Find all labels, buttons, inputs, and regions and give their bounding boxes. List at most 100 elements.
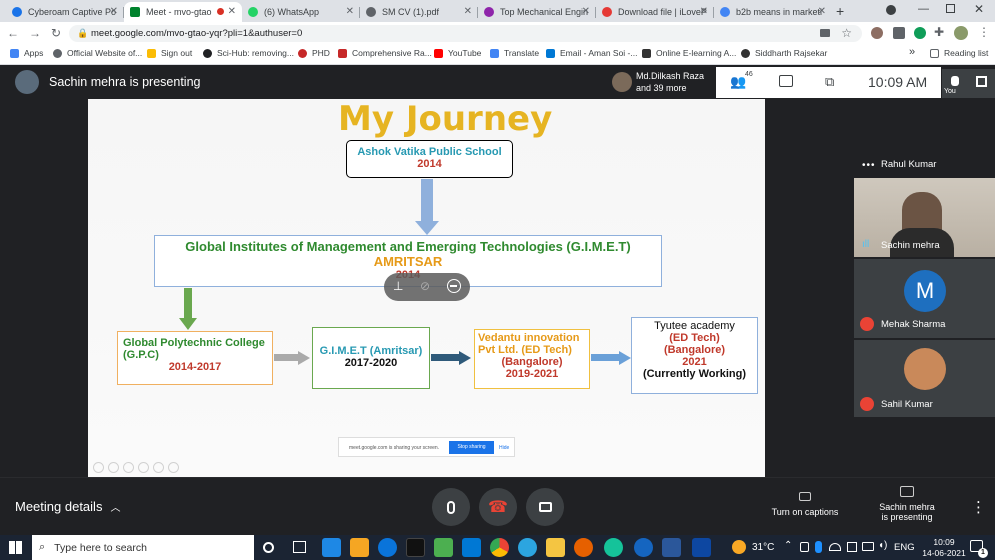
meeting-details-button[interactable]: Meeting details ︿ xyxy=(15,499,120,514)
close-tab-icon[interactable]: ✕ xyxy=(818,6,826,17)
bookmark-translate[interactable]: Translate xyxy=(490,48,539,58)
bookmark-item[interactable]: Online E-learning A... xyxy=(642,48,736,58)
bookmark-item[interactable]: Email - Aman Soi -... xyxy=(546,48,637,58)
tab-cyberoam[interactable]: Cyberoam Captive Po ✕ xyxy=(6,2,124,22)
forward-arrow-icon[interactable]: → xyxy=(28,26,42,40)
back-arrow-icon[interactable]: ← xyxy=(6,26,20,40)
maximize-button[interactable] xyxy=(946,4,955,13)
close-tab-icon[interactable]: ✕ xyxy=(110,6,118,17)
minimize-icon[interactable] xyxy=(447,279,461,293)
extension-icon[interactable] xyxy=(871,27,883,39)
participant-tile-sahil[interactable]: Sahil Kumar xyxy=(854,340,995,417)
windows-start-icon[interactable] xyxy=(9,541,22,554)
onedrive-icon[interactable] xyxy=(829,543,841,551)
close-tab-icon[interactable]: ✕ xyxy=(228,6,236,17)
close-tab-icon[interactable]: ✕ xyxy=(464,6,472,17)
hide-link[interactable]: Hide xyxy=(499,445,509,451)
chrome-icon[interactable] xyxy=(490,538,509,557)
taskbar-clock[interactable]: 10:09 14-06-2021 xyxy=(921,537,967,559)
profile-avatar[interactable] xyxy=(954,26,968,40)
new-tab-button[interactable]: + xyxy=(836,3,844,19)
notion-icon[interactable] xyxy=(406,538,425,557)
participant-tile-mehak[interactable]: M Mehak Sharma xyxy=(854,259,995,338)
close-tab-icon[interactable]: ✕ xyxy=(700,6,708,17)
address-bar[interactable]: 🔒 meet.google.com/mvo-gtao-yqr?pli=1&aut… xyxy=(69,25,862,42)
participant-tile-rahul[interactable]: ••• Rahul Kumar xyxy=(854,154,995,176)
leave-call-button[interactable]: ☎ xyxy=(479,488,517,526)
word-icon[interactable] xyxy=(662,538,681,557)
bookmark-youtube[interactable]: YouTube xyxy=(434,48,481,58)
tab-meet[interactable]: Meet - mvo-gtao ✕ xyxy=(124,2,242,22)
pin-icon[interactable]: ⊥ xyxy=(393,279,403,293)
prev-slide-icon[interactable] xyxy=(93,462,104,473)
next-slide-icon[interactable] xyxy=(108,462,119,473)
minimize-button[interactable]: — xyxy=(918,3,929,15)
slides-icon[interactable] xyxy=(138,462,149,473)
more-options-icon[interactable]: ⋮ xyxy=(971,498,986,516)
edge-icon[interactable] xyxy=(378,538,397,557)
mail-icon[interactable] xyxy=(462,538,481,557)
camera-icon[interactable] xyxy=(820,29,830,37)
zoom-icon[interactable] xyxy=(153,462,164,473)
file-explorer-icon[interactable] xyxy=(546,538,565,557)
tab-b2b[interactable]: b2b means in marketi ✕ xyxy=(714,2,832,22)
camera-button[interactable] xyxy=(526,488,564,526)
presenting-button[interactable]: Sachin mehra is presenting xyxy=(866,486,948,522)
tab-whatsapp[interactable]: (6) WhatsApp ✕ xyxy=(242,2,360,22)
taskbar-app-icon[interactable] xyxy=(434,538,453,557)
bookmark-item[interactable]: Sci-Hub: removing... xyxy=(203,48,294,58)
microphone-button[interactable] xyxy=(432,488,470,526)
people-icon[interactable]: 👥 xyxy=(730,74,746,90)
store-icon[interactable] xyxy=(350,538,369,557)
chevron-up-icon[interactable]: ⌃ xyxy=(784,540,792,551)
stop-sharing-button[interactable]: Stop sharing xyxy=(449,441,494,454)
close-window-button[interactable]: ✕ xyxy=(974,2,984,16)
grammarly-icon[interactable] xyxy=(914,27,926,39)
tab-search-icon[interactable] xyxy=(886,5,896,15)
reading-list-button[interactable]: Reading list xyxy=(930,48,988,58)
task-view-icon[interactable] xyxy=(293,541,306,553)
usb-icon[interactable] xyxy=(800,542,809,552)
mute-icon[interactable]: ⊘ xyxy=(420,279,430,293)
taskbar-app-icon[interactable] xyxy=(692,538,711,557)
volume-icon[interactable]: ◖) xyxy=(878,540,887,551)
grammarly-icon[interactable] xyxy=(604,538,623,557)
tab-pdf[interactable]: SM CV (1).pdf ✕ xyxy=(360,2,478,22)
taskbar-app-icon[interactable] xyxy=(322,538,341,557)
bookmark-item[interactable]: Sign out xyxy=(147,48,192,58)
bookmark-item[interactable]: Comprehensive Ra... xyxy=(338,48,432,58)
captions-button[interactable]: Turn on captions xyxy=(770,492,840,517)
weather-icon[interactable] xyxy=(732,540,746,554)
bluetooth-icon[interactable] xyxy=(815,541,822,553)
self-view[interactable]: You xyxy=(942,69,995,98)
bookmark-item[interactable]: PHD xyxy=(298,48,330,58)
tab-mechanical[interactable]: Top Mechanical Engin ✕ xyxy=(478,2,596,22)
participant-tile-sachin[interactable]: ıll Sachin mehra xyxy=(854,178,995,257)
bookmark-star-icon[interactable]: ☆ xyxy=(841,26,852,40)
close-tab-icon[interactable]: ✕ xyxy=(582,6,590,17)
language-indicator[interactable]: ENG xyxy=(894,542,915,553)
globe-icon xyxy=(12,7,22,17)
bookmark-item[interactable]: Official Website of... xyxy=(53,48,142,58)
bookmark-item[interactable]: Siddharth Rajsekar xyxy=(741,48,827,58)
pen-icon[interactable] xyxy=(123,462,134,473)
more-icon[interactable] xyxy=(168,462,179,473)
extension-icon[interactable] xyxy=(893,27,905,39)
puzzle-icon[interactable]: ✚ xyxy=(934,25,944,39)
chat-icon[interactable] xyxy=(779,75,793,87)
tab-ilovepdf[interactable]: Download file | iLoveP ✕ xyxy=(596,2,714,22)
bookmark-apps[interactable]: Apps xyxy=(10,48,43,58)
cortana-icon[interactable] xyxy=(263,542,274,553)
telegram-icon[interactable] xyxy=(518,538,537,557)
display-icon[interactable] xyxy=(847,542,857,552)
close-tab-icon[interactable]: ✕ xyxy=(346,6,354,17)
kebab-menu-icon[interactable]: ⋮ xyxy=(978,25,990,39)
reload-icon[interactable]: ↻ xyxy=(49,26,63,40)
more-bookmarks-button[interactable]: » xyxy=(909,46,915,58)
taskbar-search[interactable]: ⌕ Type here to search xyxy=(32,535,254,560)
taskbar-app-icon[interactable] xyxy=(634,538,653,557)
battery-icon[interactable] xyxy=(862,542,874,551)
mic-icon xyxy=(951,76,959,86)
firefox-icon[interactable] xyxy=(574,538,593,557)
activities-icon[interactable]: ⧉ xyxy=(825,74,834,90)
